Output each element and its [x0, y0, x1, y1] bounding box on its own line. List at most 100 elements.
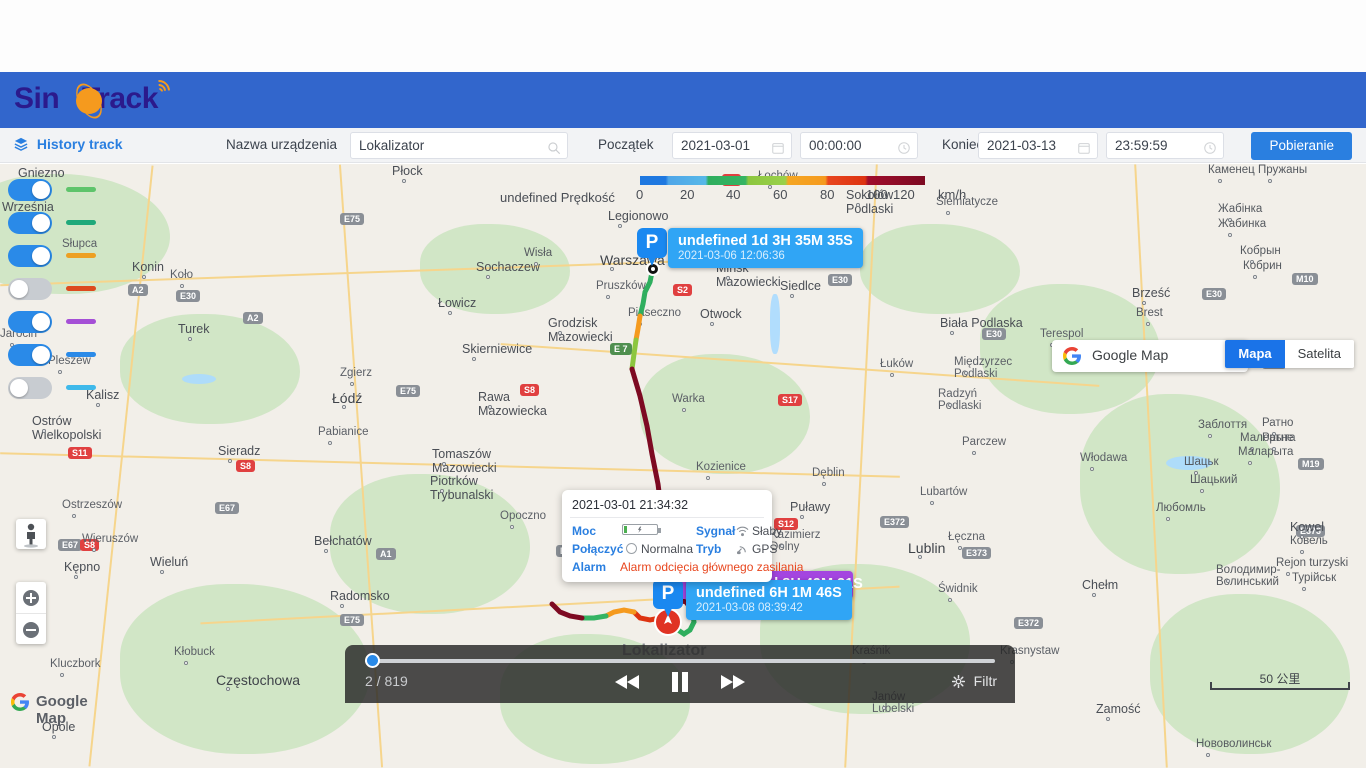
- playback-buttons: [345, 671, 1015, 698]
- filter-button[interactable]: Filtr: [951, 673, 997, 689]
- map-place-dot: [402, 179, 406, 183]
- map-place-dot: [682, 408, 686, 412]
- zoom-in-icon[interactable]: [16, 582, 46, 613]
- tooltip-stop-1[interactable]: undefined 1d 3H 35M 35S 2021-03-06 12:06…: [668, 228, 863, 268]
- route-shield: E75: [396, 385, 421, 397]
- map-place-dot: [948, 403, 952, 407]
- map-place-label: Кобрин: [1243, 260, 1282, 272]
- track-point-info-card[interactable]: 2021-03-01 21:34:32 Moc Sygnał Słaby Poł…: [562, 490, 803, 582]
- status-dot-icon: [626, 543, 637, 554]
- map-place-dot: [800, 515, 804, 519]
- map-place-dot: [52, 735, 56, 739]
- map-place-label: Sieradz: [218, 444, 261, 458]
- map-place-dot: [1226, 579, 1230, 583]
- layer-toggle-6[interactable]: [8, 344, 52, 366]
- map-place-label: Łuków: [880, 358, 914, 370]
- legend-tick: 60: [773, 187, 788, 202]
- map-place-label: Kępno: [64, 560, 101, 574]
- map-type-satelita-button[interactable]: Satelita: [1284, 340, 1354, 368]
- clock-icon: [1203, 138, 1217, 154]
- start-time-input[interactable]: 00:00:00: [800, 132, 918, 159]
- route-shield: E372: [880, 516, 910, 528]
- tooltip-stop-3-time: 2021-03-08 08:39:42: [696, 602, 803, 614]
- rewind-icon[interactable]: [614, 673, 642, 696]
- map-type-mapa-button[interactable]: Mapa: [1225, 340, 1285, 368]
- map-provider-dropdown[interactable]: Google Map: [1052, 340, 1248, 372]
- speed-gradient-bar: [640, 176, 925, 185]
- map-place-dot: [1272, 447, 1276, 451]
- map-green-area: [860, 224, 1020, 314]
- info-card-timestamp: 2021-03-01 21:34:32: [570, 496, 764, 518]
- map-type-buttons: Mapa Satelita: [1225, 340, 1354, 368]
- street-view-pegman-icon[interactable]: [16, 519, 46, 549]
- map-place-dot: [188, 337, 192, 341]
- layer-toggle-7[interactable]: [8, 377, 52, 399]
- map-place-dot: [856, 203, 860, 207]
- search-icon: [547, 138, 561, 155]
- legend-tick: 80: [820, 187, 835, 202]
- map-place-label: Каменец: [1208, 164, 1255, 176]
- map-place-label: Chełm: [1082, 578, 1119, 592]
- layer-toggle-5-color-swatch: [66, 319, 96, 324]
- layer-toggle-2[interactable]: [8, 212, 52, 234]
- map-place-dot: [1092, 593, 1096, 597]
- app-root: SinOTrack Pozycja: [0, 0, 1366, 768]
- google-g-icon: [10, 692, 30, 712]
- map-place-label: Łęczna: [948, 531, 986, 543]
- parking-marker-2[interactable]: [649, 575, 687, 617]
- layer-toggle-6-color-swatch: [66, 352, 96, 357]
- layer-toggle-1[interactable]: [8, 179, 52, 201]
- route-shield: E75: [340, 213, 365, 225]
- map-place-label: Lublin: [908, 540, 946, 556]
- route-shield: E373: [962, 547, 992, 559]
- end-date-input[interactable]: 2021-03-13: [978, 132, 1098, 159]
- layer-toggle-4[interactable]: [8, 278, 52, 300]
- info-alarm-value: Alarm odcięcia głównego zasilania: [620, 560, 804, 574]
- layer-toggle-5[interactable]: [8, 311, 52, 333]
- device-name-value: Lokalizator: [359, 138, 425, 153]
- map-place-label: Włodawa: [1080, 452, 1128, 464]
- map-place-dot: [1248, 461, 1252, 465]
- info-connect-value: Normalna: [641, 542, 694, 556]
- tooltip-stop-3[interactable]: undefined 6H 1M 46S 2021-03-08 08:39:42: [686, 580, 852, 620]
- map-place-label: Заблоття: [1198, 419, 1248, 431]
- map-place-dot: [918, 555, 922, 559]
- route-shield: E 7: [610, 343, 632, 355]
- map-place-label: Piotrków Trybunalski: [430, 474, 494, 502]
- map-place-dot: [72, 514, 76, 518]
- fast-forward-icon[interactable]: [718, 673, 746, 696]
- map-place-label: Łódź: [332, 390, 363, 406]
- download-button[interactable]: Pobieranie: [1251, 132, 1352, 160]
- parking-marker-1[interactable]: [633, 224, 671, 266]
- info-connect-label: Połączyć: [572, 542, 624, 556]
- map-place-label: Жабінка: [1218, 203, 1263, 215]
- history-track-title: History track: [14, 135, 122, 152]
- layer-toggle-7-color-swatch: [66, 385, 96, 390]
- playback-progress-track[interactable]: [365, 659, 995, 663]
- end-time-input[interactable]: 23:59:59: [1106, 132, 1224, 159]
- layer-toggle-3[interactable]: [8, 245, 52, 267]
- google-g-icon: [1062, 346, 1082, 366]
- map-place-dot: [610, 267, 614, 271]
- route-shield: E30: [1202, 288, 1227, 300]
- sinotrack-logo[interactable]: SinOTrack: [12, 75, 175, 123]
- map-place-dot: [142, 275, 146, 279]
- map-place-label: Kalisz: [86, 388, 120, 402]
- map-place-label: Legionowo: [608, 209, 669, 223]
- map-place-dot: [1218, 179, 1222, 183]
- end-time-value: 23:59:59: [1115, 138, 1168, 153]
- map-place-dot: [950, 331, 954, 335]
- map-place-dot: [1200, 489, 1204, 493]
- playback-progress-knob[interactable]: [365, 653, 381, 668]
- map-place-dot: [1206, 753, 1210, 757]
- map-place-label: Łowicz: [438, 296, 477, 310]
- map-place-label: Нововолинськ: [1196, 738, 1272, 750]
- map-place-dot: [890, 373, 894, 377]
- zoom-out-icon[interactable]: [16, 613, 46, 644]
- map-place-dot: [706, 476, 710, 480]
- device-name-input[interactable]: Lokalizator: [350, 132, 568, 159]
- pause-icon[interactable]: [670, 671, 690, 698]
- start-date-input[interactable]: 2021-03-01: [672, 132, 792, 159]
- map-place-label: Brześć: [1132, 286, 1171, 300]
- start-date-value: 2021-03-01: [681, 138, 751, 153]
